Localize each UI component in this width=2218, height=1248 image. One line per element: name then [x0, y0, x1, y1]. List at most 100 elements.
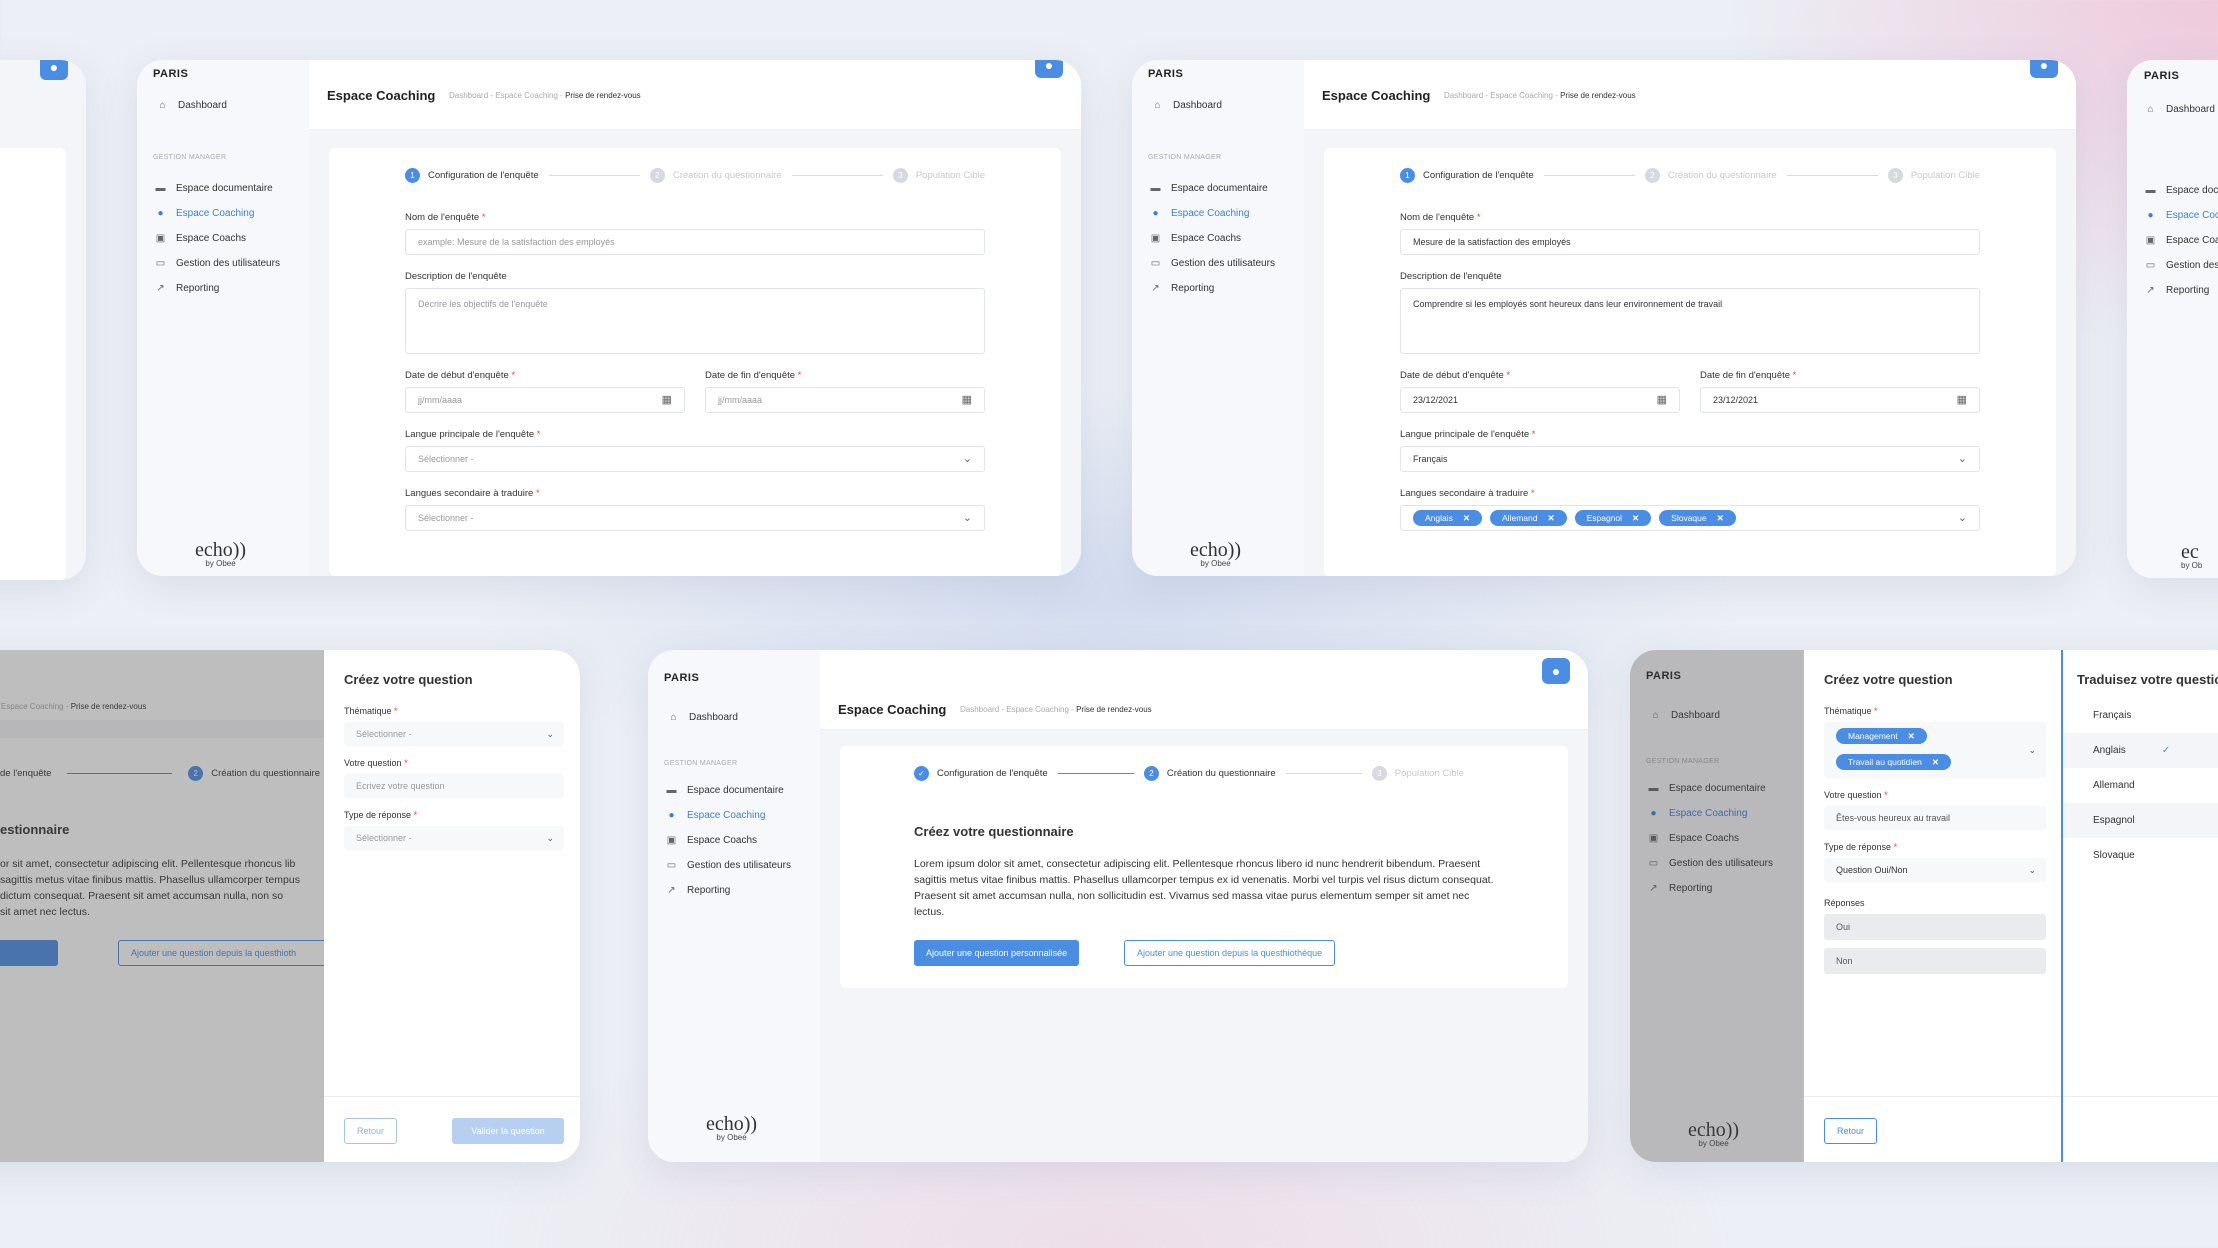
tag-espagnol[interactable]: Espagnol ✕ [1574, 510, 1652, 526]
language-item[interactable]: Slovaque [2063, 838, 2218, 873]
home-icon: ⌂ [670, 711, 677, 723]
start-date-input[interactable]: jj/mm/aaaa ▦ [405, 387, 685, 413]
chart-icon: ↗ [1151, 282, 1160, 294]
sidebar-item-coachs[interactable]: ▣ Espace Coachs [666, 828, 791, 853]
secondary-language-select[interactable]: Sélectionner - ⌄ [405, 505, 985, 531]
secondary-language-select[interactable]: Anglais ✕ Allemand ✕ Espagnol ✕ Slovaque ✕ ⌄ [1400, 505, 1980, 531]
sidebar-item-reporting[interactable]: ↗ Reporting [666, 878, 791, 903]
answer-item[interactable]: Non [1824, 948, 2046, 974]
sidebar-item-documents[interactable]: ▬ Espace documentaire [155, 176, 280, 201]
calendar-icon[interactable]: ▦ [1957, 388, 1967, 412]
tag-slovaque[interactable]: Slovaque ✕ [1659, 510, 1736, 526]
type-select[interactable]: Sélectionner - ⌄ [344, 826, 564, 850]
brand-text: echo [195, 539, 233, 561]
add-library-question-button[interactable]: Ajouter une question depuis la questhiot… [1124, 940, 1336, 966]
remove-tag-icon[interactable]: ✕ [1463, 513, 1470, 523]
validate-question-button[interactable]: Valider la question [452, 1118, 564, 1144]
language-item[interactable]: Français [2063, 698, 2218, 733]
language-item[interactable]: Espagnol [2063, 803, 2218, 838]
user-icon[interactable]: ● [2030, 60, 2058, 78]
end-date-input[interactable]: jj/mm/aaaa ▦ [705, 387, 985, 413]
language-item[interactable]: Anglais ✓ [2063, 733, 2218, 768]
step-label: Création du questionnaire [1667, 169, 1777, 181]
sidebar-item-reporting[interactable]: ↗ Reporting [155, 276, 280, 301]
brand-sub: by Ob [2181, 561, 2203, 570]
survey-description-input[interactable]: Comprendre si les employés sont heureux … [1400, 288, 1980, 354]
remove-tag-icon[interactable]: ✕ [1908, 731, 1915, 741]
sidebar-item-coaching[interactable]: ● Espace Coaching [1150, 201, 1275, 226]
users-icon: ▭ [666, 859, 677, 871]
value: 23/12/2021 [1413, 395, 1459, 405]
step-3[interactable]: 3 Population Cible [1887, 167, 1980, 183]
calendar-icon[interactable]: ▦ [662, 388, 672, 412]
survey-name-input[interactable]: example: Mesure de la satisfaction des e… [405, 229, 985, 255]
survey-description-input[interactable]: Décrire les objectifs de l'enquête [405, 288, 985, 354]
home-icon: ⌂ [1154, 99, 1161, 111]
desc-label: Description de l'enquête [1400, 271, 1502, 282]
main-language-select[interactable]: Sélectionner - ⌄ [405, 446, 985, 472]
back-button[interactable]: Retour [1824, 1118, 1878, 1144]
user-icon[interactable]: ● [1035, 60, 1063, 78]
type-select[interactable]: Question Oui/Non ⌄ [1824, 858, 2046, 882]
step-3[interactable]: 3 Population Cible [892, 167, 985, 183]
sidebar-item-coaching[interactable]: ● Espace Coc [2145, 203, 2218, 228]
theme-label: Thématique * [1824, 706, 1878, 716]
step-2[interactable]: 2 Création du questionnaire [1644, 167, 1777, 183]
step-1[interactable]: ✓ Configuration de l'enquête [914, 765, 1048, 781]
end-date-input[interactable]: 23/12/2021 ▦ [1700, 387, 1980, 413]
sidebar-item-label: Dashboard [2166, 104, 2215, 115]
main-language-select[interactable]: Français ⌄ [1400, 446, 1980, 472]
back-button[interactable]: Retour [344, 1118, 398, 1144]
step-1[interactable]: 1 Configuration de l'enquête [405, 167, 539, 183]
remove-tag-icon[interactable]: ✕ [1632, 513, 1639, 523]
sidebar-item-coaching[interactable]: ● Espace Coaching [155, 201, 280, 226]
theme-select[interactable]: Sélectionner - ⌄ [344, 722, 564, 746]
remove-tag-icon[interactable]: ✕ [1717, 513, 1724, 523]
question-input[interactable]: Ecrivez votre question [344, 774, 564, 798]
calendar-icon[interactable]: ▦ [962, 388, 972, 412]
sidebar-item-dashboard[interactable]: ⌂ Dashboard [668, 711, 737, 723]
tag-anglais[interactable]: Anglais ✕ [1413, 510, 1483, 526]
sidebar-item-reporting[interactable]: ↗ Reporting [2145, 278, 2218, 303]
survey-name-input[interactable]: Mesure de la satisfaction des employés [1400, 229, 1980, 255]
sidebar-item-dashboard[interactable]: ⌂ Dashboard [2145, 104, 2215, 115]
answer-item[interactable]: Oui [1824, 914, 2046, 940]
user-icon[interactable]: ● [1542, 658, 1570, 684]
tag-travail-quotidien[interactable]: Travail au quotidien ✕ [1836, 754, 1951, 770]
sidebar-item-documents[interactable]: ▬ Espace doc [2145, 178, 2218, 203]
tag-allemand[interactable]: Allemand ✕ [1490, 510, 1567, 526]
theme-select[interactable]: Management ✕ Travail au quotidien ✕ ⌄ [1824, 722, 2046, 778]
modal-overlay[interactable] [1630, 650, 1804, 1162]
start-date-input[interactable]: 23/12/2021 ▦ [1400, 387, 1680, 413]
add-custom-question-button[interactable]: Ajouter une question personnalisée [914, 940, 1080, 966]
sidebar-item-dashboard[interactable]: ⌂ Dashboard [157, 100, 226, 111]
step-2[interactable]: 2 Création du questionnaire [1143, 765, 1276, 781]
sidebar-item-reporting[interactable]: ↗ Reporting [1150, 276, 1275, 301]
sidebar-item-coachs[interactable]: ▣ Espace Coachs [155, 226, 280, 251]
sidebar-item-documents[interactable]: ▬ Espace documentaire [666, 778, 791, 803]
question-input[interactable]: Êtes-vous heureux au travail [1824, 806, 2046, 830]
sidebar-item-coachs[interactable]: ▣ Espace Coa [2145, 228, 2218, 253]
remove-tag-icon[interactable]: ✕ [1547, 513, 1554, 523]
sidebar-item-dashboard[interactable]: ⌂ Dashboard [1152, 99, 1221, 111]
sidebar-heading: GESTION MANAGER [664, 760, 738, 767]
sidebar-item-documents[interactable]: ▬ Espace documentaire [1150, 176, 1275, 201]
echo-logo: echo)) by Obee [706, 1113, 758, 1142]
user-icon[interactable]: ● [40, 60, 68, 80]
remove-tag-icon[interactable]: ✕ [1932, 757, 1939, 767]
calendar-icon[interactable]: ▦ [1657, 388, 1667, 412]
language-item[interactable]: Allemand [2063, 768, 2218, 803]
sidebar-item-users[interactable]: ▭ Gestion des utilisateurs [155, 251, 280, 276]
step-1[interactable]: 1 Configuration de l'enquête [1400, 167, 1534, 183]
step-label: Configuration de l'enquête [937, 767, 1048, 779]
sidebar-item-coachs[interactable]: ▣ Espace Coachs [1150, 226, 1275, 251]
sidebar-item-users[interactable]: ▭ Gestion des [2145, 253, 2218, 278]
step-2[interactable]: 2 Création du questionnaire [649, 167, 782, 183]
sidebar-item-users[interactable]: ▭ Gestion des utilisateurs [1150, 251, 1275, 276]
step-3[interactable]: 3 Population Cible [1371, 765, 1464, 781]
sidebar-item-label: Reporting [687, 885, 731, 896]
questionnaire-body: Lorem ipsum dolor sit amet, consectetur … [914, 858, 1494, 918]
sidebar-item-users[interactable]: ▭ Gestion des utilisateurs [666, 853, 791, 878]
tag-management[interactable]: Management ✕ [1836, 728, 1927, 744]
sidebar-item-coaching[interactable]: ● Espace Coaching [666, 803, 791, 828]
